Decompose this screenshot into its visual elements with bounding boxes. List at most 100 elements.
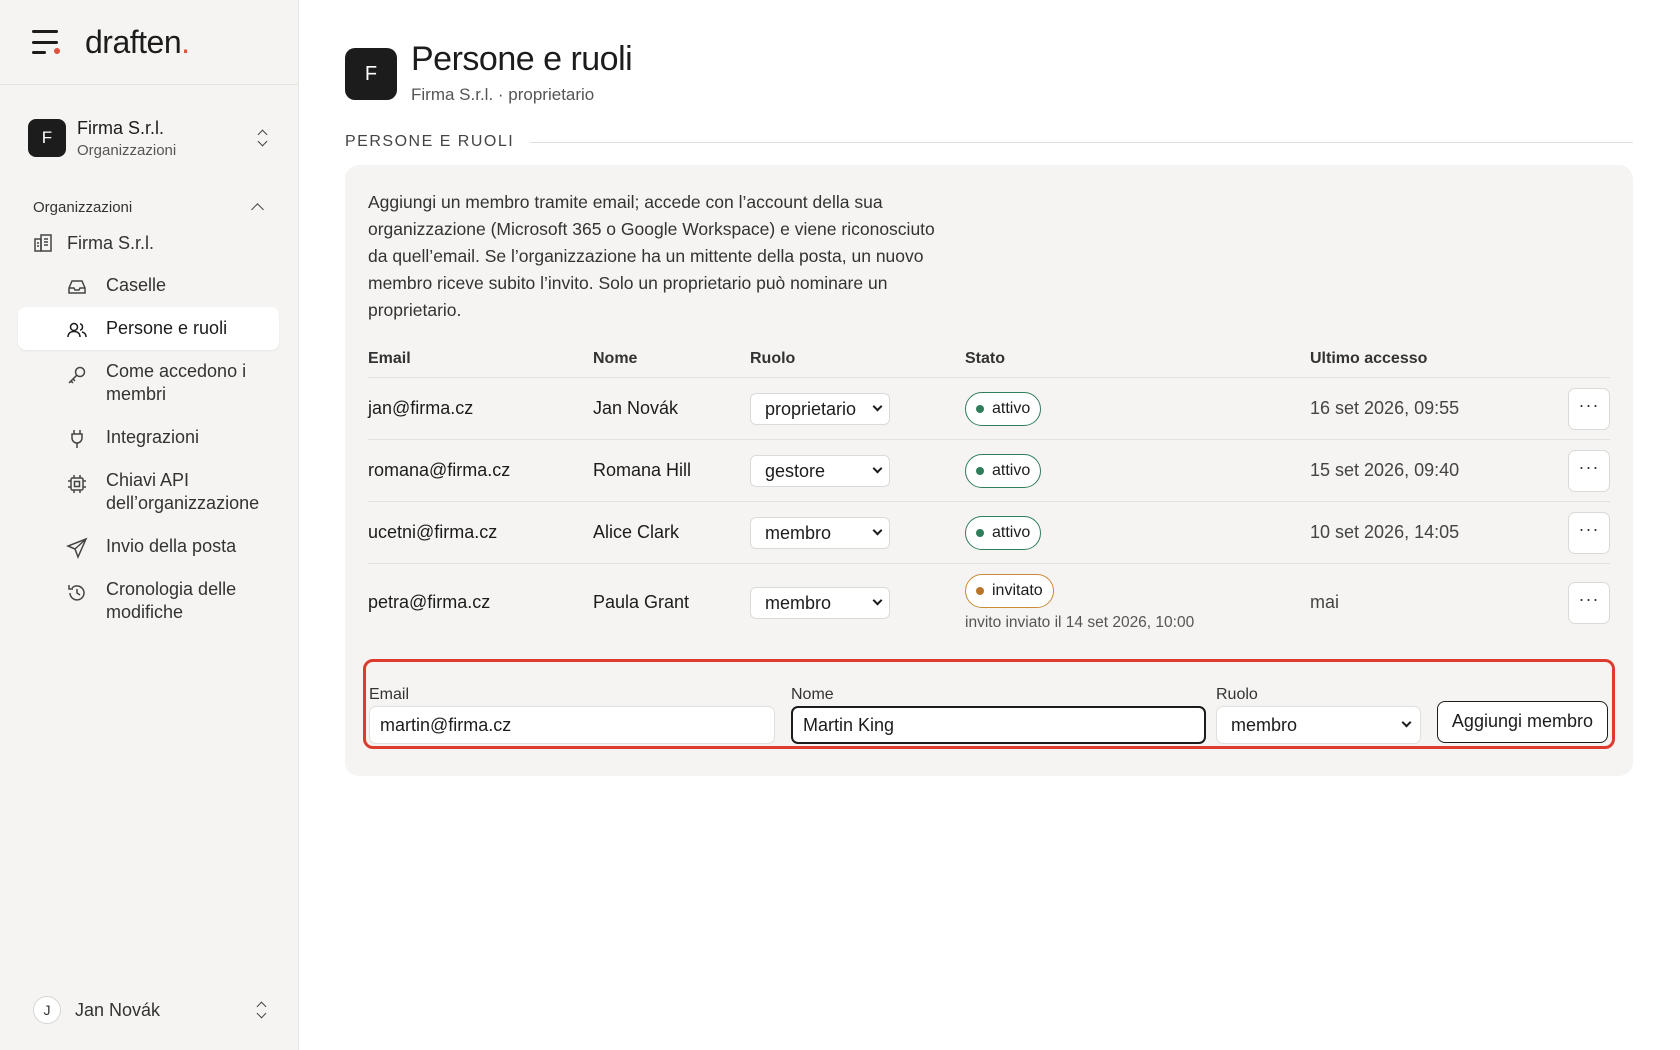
- role-select-value: membro: [765, 522, 832, 543]
- member-name: Romana Hill: [593, 439, 750, 502]
- more-icon: ···: [1578, 456, 1600, 477]
- sidebar-item-come-accedono[interactable]: Come accedono i membri: [18, 350, 279, 416]
- intro-text: Aggiungi un membro tramite email; accede…: [368, 192, 935, 320]
- column-header-actions: [1560, 341, 1610, 378]
- section-divider: [530, 141, 1633, 143]
- users-icon: [67, 322, 87, 338]
- status-dot: [976, 404, 984, 413]
- sidebar-item-invio-posta[interactable]: Invio della posta: [18, 525, 279, 568]
- page-org-avatar: F: [345, 48, 397, 100]
- role-select-value: membro: [765, 592, 832, 613]
- building-icon: [34, 234, 52, 252]
- email-field[interactable]: martin@firma.cz: [369, 706, 775, 744]
- row-more-button[interactable]: ···: [1568, 387, 1610, 430]
- send-icon: [66, 537, 88, 559]
- menu-icon[interactable]: [32, 30, 60, 54]
- role-field-value: membro: [1231, 715, 1298, 735]
- role-select[interactable]: gestore: [750, 454, 890, 487]
- member-name: Paula Grant: [593, 592, 690, 613]
- role-field-label: Ruolo: [1216, 686, 1258, 703]
- member-email: jan@firma.cz: [368, 377, 593, 440]
- sidebar-item-chiavi-api[interactable]: Chiavi API dell’organizzazione: [18, 459, 279, 525]
- logo-text: draften: [85, 23, 182, 60]
- role-field-group: Ruolo membro: [1216, 686, 1421, 744]
- sidebar-item-org[interactable]: Firma S.r.l.: [33, 230, 298, 256]
- status-badge-label: attivo: [992, 399, 1031, 417]
- sidebar: draften. F Firma S.r.l. Organizzazioni O…: [0, 0, 299, 1050]
- chevron-updown-icon: [256, 128, 270, 148]
- user-name: Jan Novák: [75, 999, 161, 1020]
- chevron-down-icon: [872, 401, 883, 411]
- member-name: Alice Clark: [593, 501, 750, 564]
- history-icon: [68, 585, 85, 601]
- row-more-button[interactable]: ···: [1568, 511, 1610, 554]
- chevron-down-icon: [872, 525, 883, 535]
- table-row: petra@firma.cz Paula Grant membro invita…: [368, 564, 1610, 642]
- column-header-email: Email: [368, 341, 593, 378]
- chevron-down-icon: [1401, 717, 1412, 728]
- member-last-access: 10 set 2026, 14:05: [1310, 501, 1560, 564]
- page-subtitle: Firma S.r.l. · proprietario: [411, 85, 595, 104]
- table-row: romana@firma.cz Romana Hill gestore atti…: [368, 439, 1610, 502]
- plug-icon: [71, 430, 83, 448]
- status-badge-label: invitato: [992, 581, 1043, 599]
- column-header-name: Nome: [593, 341, 750, 378]
- member-email: romana@firma.cz: [368, 439, 593, 502]
- section-title-text: PERSONE E RUOLI: [345, 133, 515, 150]
- sidebar-section-organizations[interactable]: Organizzazioni: [33, 199, 264, 216]
- sidebar-item-caselle[interactable]: Caselle: [18, 264, 279, 307]
- sidebar-item-label: Persone e ruoli: [106, 318, 228, 338]
- more-icon: ···: [1578, 394, 1600, 415]
- chevron-down-icon: [872, 595, 883, 606]
- status-badge-label: attivo: [992, 461, 1031, 479]
- status-dot: [976, 586, 984, 595]
- member-email: ucetni@firma.cz: [368, 501, 593, 564]
- user-avatar: J: [33, 996, 61, 1024]
- sidebar-section-label: Organizzazioni: [33, 199, 133, 216]
- sidebar-item-label: Caselle: [106, 275, 167, 295]
- role-select[interactable]: proprietario: [750, 392, 890, 425]
- status-badge: invitato: [965, 573, 1054, 608]
- row-more-button[interactable]: ···: [1568, 581, 1610, 624]
- status-dot: [976, 528, 984, 537]
- members-card: Aggiungi un membro tramite email; accede…: [345, 165, 1633, 776]
- main-content: F Persone e ruoli Firma S.r.l. · proprie…: [345, 0, 1633, 776]
- sidebar-item-label: Integrazioni: [106, 427, 200, 447]
- row-more-button[interactable]: ···: [1568, 449, 1610, 492]
- sidebar-item-persone-e-ruoli[interactable]: Persone e ruoli: [18, 307, 279, 350]
- name-field[interactable]: Martin King: [791, 706, 1206, 744]
- status-badge-label: attivo: [992, 523, 1031, 541]
- table-header-row: Email Nome Ruolo Stato Ultimo accesso: [368, 341, 1610, 378]
- status-badge: attivo: [965, 515, 1042, 550]
- key-icon: [68, 366, 86, 384]
- page-title: Persone e ruoli: [411, 40, 633, 78]
- chevron-updown-icon: [255, 1000, 269, 1020]
- org-avatar: F: [28, 119, 66, 157]
- role-select[interactable]: membro: [750, 586, 890, 619]
- status-dot: [976, 466, 984, 475]
- sidebar-item-cronologia[interactable]: Cronologia delle modifiche: [18, 568, 279, 634]
- user-switcher[interactable]: J Jan Novák: [33, 996, 269, 1024]
- logo[interactable]: draften.: [85, 24, 190, 61]
- role-field-select[interactable]: membro: [1216, 706, 1421, 744]
- email-field-label: Email: [369, 686, 410, 703]
- table-row: ucetni@firma.cz Alice Clark membro attiv…: [368, 501, 1610, 564]
- sidebar-item-label: Cronologia delle modifiche: [106, 579, 237, 622]
- org-switcher[interactable]: F Firma S.r.l. Organizzazioni: [28, 117, 270, 159]
- role-select-value: proprietario: [765, 398, 857, 419]
- role-select[interactable]: membro: [750, 516, 890, 549]
- member-email: petra@firma.cz: [368, 592, 491, 613]
- sidebar-item-label: Come accedono i membri: [106, 361, 247, 404]
- name-field-label: Nome: [791, 686, 834, 703]
- member-name: Jan Novák: [593, 377, 750, 440]
- sidebar-item-integrazioni[interactable]: Integrazioni: [18, 416, 279, 459]
- add-member-button[interactable]: Aggiungi membro: [1436, 701, 1608, 743]
- invite-note: invito inviato il 14 set 2026, 10:00: [965, 613, 1195, 631]
- sidebar-item-label: Invio della posta: [106, 536, 237, 556]
- inbox-icon: [68, 280, 86, 294]
- column-header-last-access: Ultimo accesso: [1310, 341, 1560, 378]
- logo-dot: .: [181, 23, 190, 60]
- member-last-access: mai: [1310, 592, 1340, 613]
- status-badge: attivo: [965, 453, 1042, 488]
- role-select-value: gestore: [765, 460, 826, 481]
